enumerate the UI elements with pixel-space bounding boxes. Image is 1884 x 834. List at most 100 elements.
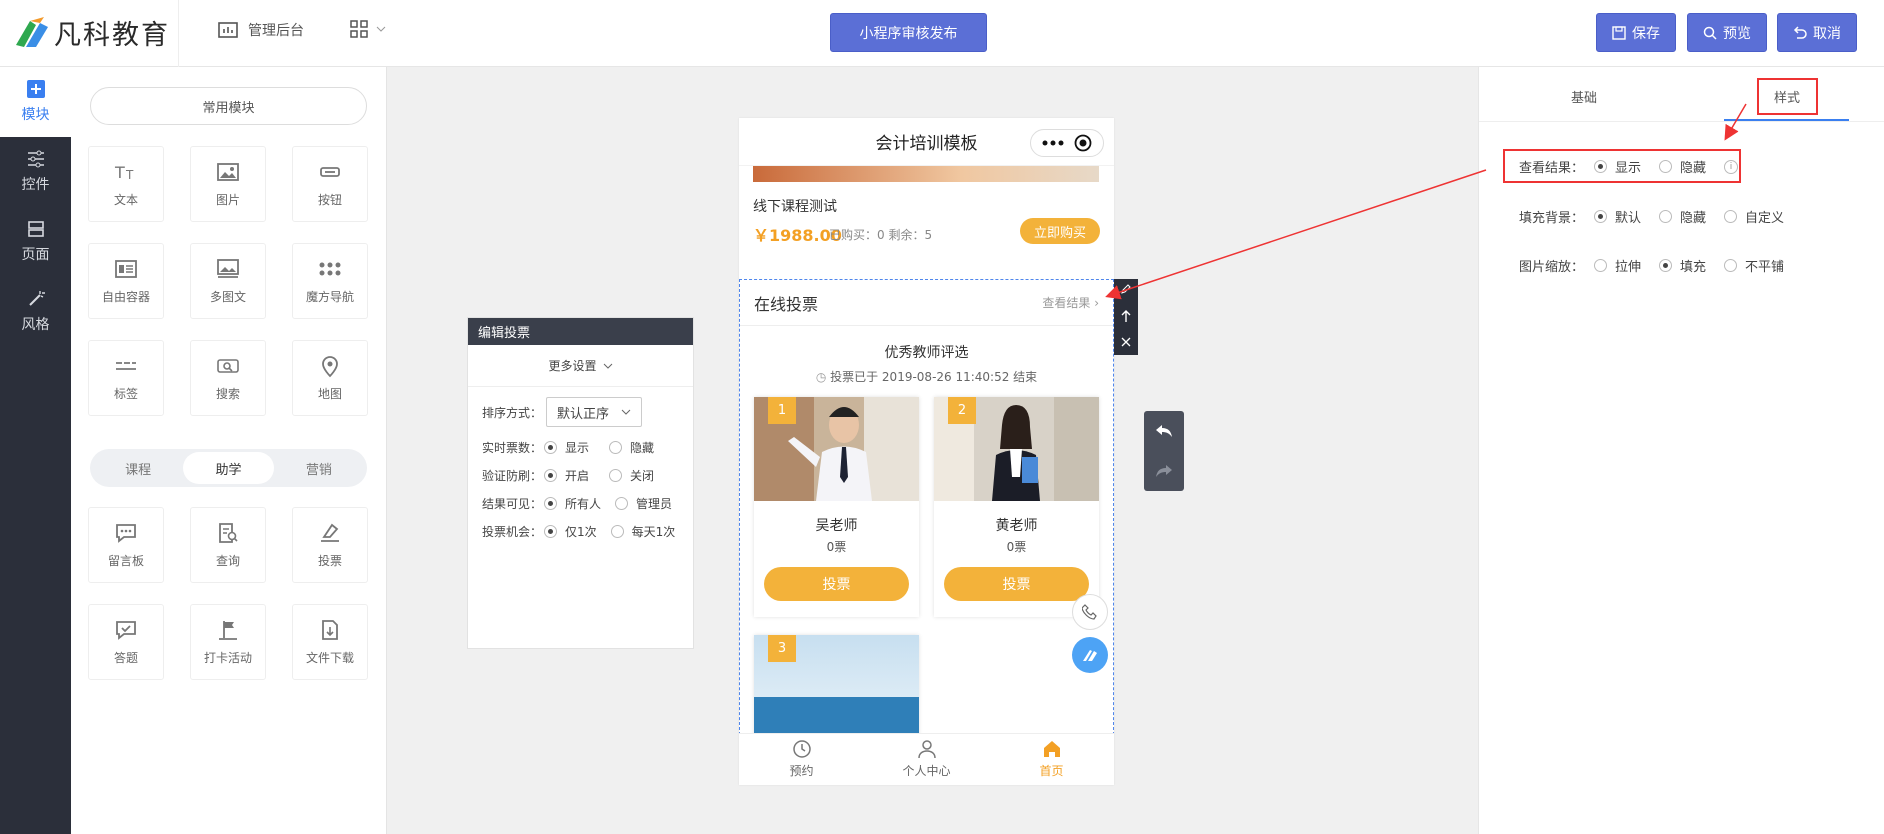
module-cube-nav[interactable]: 魔方导航 [292, 243, 368, 319]
radio[interactable] [1659, 259, 1673, 272]
tab-home[interactable]: 首页 [989, 734, 1114, 784]
map-pin-icon [322, 356, 338, 378]
module-file-download[interactable]: 文件下载 [292, 604, 368, 680]
module-search[interactable]: 搜索 [190, 340, 266, 416]
row-label: 填充背景： [1519, 211, 1585, 226]
module-message-board[interactable]: 留言板 [88, 507, 164, 583]
save-button[interactable]: 保存 [1596, 13, 1676, 52]
radio[interactable] [1594, 210, 1608, 223]
support-button[interactable] [1072, 637, 1108, 673]
option-no-tile[interactable]: 不平铺 [1724, 256, 1784, 275]
row-label: 结果可见： [482, 496, 543, 511]
module-tag[interactable]: 标签 [88, 340, 164, 416]
radio-admin[interactable] [615, 496, 629, 510]
container-icon [115, 260, 137, 278]
radio-off[interactable] [609, 468, 623, 482]
radio[interactable] [1724, 210, 1738, 223]
tab-marketing[interactable]: 营销 [274, 452, 364, 484]
module-query[interactable]: 查询 [190, 507, 266, 583]
preview-button[interactable]: 预览 [1687, 13, 1767, 52]
more-settings-toggle[interactable]: 更多设置 [468, 345, 693, 387]
redo-icon[interactable] [1155, 463, 1173, 479]
vote-module[interactable]: 在线投票 查看结果 › 优秀教师评选 ◷ 投票已于 2019-08-26 11:… [739, 279, 1114, 735]
tab-course[interactable]: 课程 [93, 452, 183, 484]
brand-logo[interactable]: 凡科教育 [14, 14, 170, 51]
radio[interactable] [1724, 259, 1738, 272]
module-map[interactable]: 地图 [292, 340, 368, 416]
course-card[interactable]: 线下课程测试 ￥1988.00 已购买：0 剩余：5 立即购买 [739, 166, 1114, 279]
nav-label: 页面 [21, 247, 50, 263]
nav-item-pages[interactable]: 页面 [0, 207, 71, 277]
module-text[interactable]: TT 文本 [88, 146, 164, 222]
tab-underline [1724, 119, 1849, 121]
chat-icon [116, 524, 136, 543]
apps-menu[interactable] [350, 20, 386, 38]
module-free-container[interactable]: 自由容器 [88, 243, 164, 319]
row-label: 实时票数： [482, 440, 543, 455]
admin-link[interactable]: 管理后台 [218, 20, 304, 40]
option-hide[interactable]: 隐藏 [1659, 207, 1706, 226]
save-label: 保存 [1632, 25, 1660, 42]
radio-show[interactable] [544, 440, 558, 454]
module-image[interactable]: 图片 [190, 146, 266, 222]
module-panel: 常用模块 TT 文本 图片 按钮 自由容器 多图文 魔方导航 标签 搜索 地图 … [71, 67, 387, 834]
radio[interactable] [1594, 259, 1608, 272]
module-checkin[interactable]: 打卡活动 [190, 604, 266, 680]
option-default[interactable]: 默认 [1594, 207, 1641, 226]
row-label: 投票机会： [482, 524, 543, 539]
option-custom[interactable]: 自定义 [1724, 207, 1784, 226]
module-answer[interactable]: 答题 [88, 604, 164, 680]
nav-item-style[interactable]: 风格 [0, 277, 71, 347]
text-icon: TT [114, 163, 134, 182]
radio-once[interactable] [544, 524, 558, 538]
miniapp-capsule[interactable] [1030, 129, 1104, 157]
highlight-box-view-results [1503, 149, 1741, 183]
option-label: 开启 [565, 468, 590, 483]
buy-now-button[interactable]: 立即购买 [1020, 218, 1100, 244]
tab-profile[interactable]: 个人中心 [864, 734, 989, 784]
cancel-button[interactable]: 取消 [1777, 13, 1857, 52]
option-stretch[interactable]: 拉伸 [1594, 256, 1641, 275]
result-visibility-row: 结果可见： 所有人 管理员 [468, 489, 693, 517]
grid-icon [350, 20, 368, 38]
edit-icon[interactable] [1120, 283, 1132, 295]
view-results-link[interactable]: 查看结果 › [1042, 294, 1099, 311]
option-label: 关闭 [630, 468, 655, 483]
vote-icon [321, 523, 339, 542]
image-scale-row: 图片缩放： 拉伸 填充 不平铺 [1519, 256, 1802, 275]
tab-study[interactable]: 助学 [183, 452, 274, 484]
sort-select[interactable]: 默认正序 [546, 397, 643, 427]
tab-basic[interactable]: 基础 [1571, 87, 1597, 106]
module-label: 答题 [113, 651, 138, 665]
module-label: 文本 [113, 193, 138, 207]
module-label: 自由容器 [101, 290, 150, 304]
phone-call-button[interactable] [1072, 594, 1108, 630]
radio-hide[interactable] [609, 440, 623, 454]
tab-booking[interactable]: 预约 [739, 734, 864, 784]
common-modules-button[interactable]: 常用模块 [90, 87, 367, 125]
nav-item-controls[interactable]: 控件 [0, 137, 71, 207]
option-fill[interactable]: 填充 [1659, 256, 1706, 275]
module-vote[interactable]: 投票 [292, 507, 368, 583]
module-multi-image[interactable]: 多图文 [190, 243, 266, 319]
radio-everyone[interactable] [544, 496, 558, 510]
radio[interactable] [1659, 210, 1673, 223]
image-icon [217, 163, 239, 181]
radio-on[interactable] [544, 468, 558, 482]
publish-button[interactable]: 小程序审核发布 [830, 13, 987, 52]
phone-icon [1082, 604, 1097, 620]
undo-icon[interactable] [1155, 423, 1173, 439]
nav-item-modules[interactable]: 模块 [0, 67, 71, 137]
sort-row: 排序方式： 默认正序 [468, 391, 693, 433]
close-icon[interactable] [1120, 336, 1132, 348]
module-label: 图片 [215, 193, 240, 207]
move-up-icon[interactable] [1120, 309, 1132, 323]
course-meta: 已购买：0 剩余：5 [829, 228, 933, 242]
radio-daily[interactable] [610, 524, 624, 538]
vote-button[interactable]: 投票 [764, 567, 909, 601]
vote-button[interactable]: 投票 [944, 567, 1089, 601]
module-button[interactable]: 按钮 [292, 146, 368, 222]
close-circle-icon [1074, 134, 1092, 152]
tab-label: 个人中心 [902, 764, 951, 778]
poll-name: 优秀教师评选 [884, 345, 969, 361]
